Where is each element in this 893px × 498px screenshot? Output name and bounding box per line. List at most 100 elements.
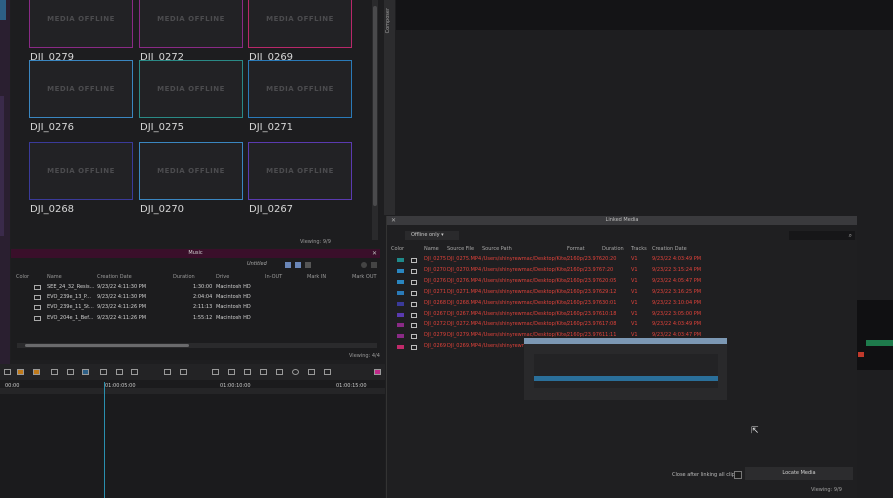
col-name[interactable]: Name — [424, 246, 439, 252]
clip-preview: MEDIA OFFLINE — [29, 0, 133, 48]
filter-dropdown[interactable]: Offline only ▾ — [405, 231, 459, 240]
close-icon[interactable]: ✕ — [372, 249, 377, 258]
row-created: 9/23/22 4:11:30 PM — [97, 294, 147, 300]
trim-mode-icon[interactable] — [17, 369, 24, 375]
video-clip-icon — [411, 258, 417, 263]
media-pool-scrollbar[interactable] — [372, 0, 378, 240]
row-name: DJI_0279 — [424, 332, 447, 339]
col-tracks[interactable]: Tracks — [631, 246, 647, 252]
options-icon[interactable] — [371, 262, 377, 268]
ripple-icon[interactable] — [131, 369, 138, 375]
row-format: 2160p/23.976 — [567, 277, 603, 284]
timeline-panel[interactable]: 00:00 01:00:05:00 01:00:10:00 01:00:15:0… — [0, 380, 385, 498]
table-row[interactable]: DJI_0272 DJI_0272.MP4/Users/shinyrewmac/D… — [387, 321, 857, 331]
edit-mode-icon[interactable] — [4, 369, 11, 375]
row-file: DJI_0267.MP4 — [447, 310, 482, 317]
thumbnail-view-icon[interactable] — [285, 262, 291, 268]
media-offline-label: MEDIA OFFLINE — [157, 85, 225, 93]
col-creation-date[interactable]: Creation Date — [652, 246, 687, 252]
locate-media-button[interactable]: Locate Media — [745, 467, 853, 480]
col-in-out[interactable]: In-OUT — [265, 274, 282, 280]
clip-preview: MEDIA OFFLINE — [139, 142, 243, 200]
place-on-top-icon[interactable] — [116, 369, 123, 375]
clip-color-swatch — [397, 301, 404, 306]
flag-icon[interactable] — [164, 369, 171, 375]
table-row[interactable]: DJI_0276 DJI_0276.MP4/Users/shinyrewmac/D… — [387, 278, 857, 288]
clip-color-swatch — [397, 345, 404, 350]
search-icon[interactable] — [361, 262, 367, 268]
col-creation-date[interactable]: Creation Date — [97, 274, 132, 280]
table-row[interactable]: EVO_239e_13_P... 9/23/22 4:11:30 PM 2:04:0… — [11, 294, 380, 303]
clip-preview: MEDIA OFFLINE — [139, 60, 243, 118]
row-name: EVO_204e_1_Bef... — [47, 315, 94, 321]
clip-name: DJI_0275 — [140, 122, 185, 133]
chevron-down-icon[interactable] — [308, 369, 315, 375]
clip-name: DJI_0276 — [30, 122, 75, 133]
row-created: 9/23/22 3:05:00 PM — [652, 310, 702, 317]
row-name: DJI_0272 — [424, 321, 447, 328]
row-created: 9/23/22 3:16:25 PM — [652, 288, 702, 295]
row-drive: Macintosh HD — [216, 315, 251, 321]
text-icon[interactable] — [244, 369, 251, 375]
search-input[interactable]: ⌕ — [789, 231, 855, 240]
table-row[interactable]: DJI_0271 DJI_0271.MP4/Users/shinyrewmac/D… — [387, 289, 857, 299]
scrollbar-thumb[interactable] — [373, 6, 377, 206]
music-bin-title: Music — [11, 249, 380, 258]
scrollbar-thumb[interactable] — [25, 344, 189, 347]
table-row[interactable]: DJI_0270 DJI_0270.MP4/Users/shinyrewmac/D… — [387, 267, 857, 277]
col-mark-in[interactable]: Mark IN — [307, 274, 326, 280]
clip-color-swatch — [397, 268, 404, 273]
mixer-icon[interactable] — [212, 369, 219, 375]
table-row[interactable]: DJI_0267 DJI_0267.MP4/Users/shinyrewmac/D… — [387, 311, 857, 321]
col-mark-out[interactable]: Mark OUT — [352, 274, 377, 280]
clip-color-swatch — [397, 279, 404, 284]
audio-icon[interactable] — [228, 369, 235, 375]
clip-name: DJI_0267 — [249, 204, 294, 215]
close-icon[interactable]: ✕ — [391, 216, 396, 225]
sort-dropdown[interactable]: Untitled — [247, 261, 267, 267]
col-color[interactable]: Color — [16, 274, 29, 280]
row-file: DJI_0271.MP4 — [447, 288, 482, 295]
col-source-path[interactable]: Source Path — [482, 246, 512, 252]
music-bin-hscrollbar[interactable] — [17, 343, 377, 348]
col-drive[interactable]: Drive — [216, 274, 229, 280]
zoom-icon[interactable] — [276, 369, 283, 375]
row-format: 2160p/23.976 — [567, 310, 603, 317]
row-duration: 2:11:13 — [193, 304, 213, 310]
generator-icon[interactable] — [260, 369, 267, 375]
timeline-ruler[interactable] — [0, 388, 385, 394]
grid-view-icon[interactable] — [295, 262, 301, 268]
table-row[interactable]: SEE_24_32_Resis... 9/23/22 4:11:30 PM 1:30… — [11, 284, 380, 293]
overwrite-icon[interactable] — [82, 369, 89, 375]
table-row[interactable]: DJI_0275 DJI_0275.MP4/Users/shinyrewmac/D… — [387, 256, 857, 266]
row-path: /Users/shinyrewmac/Desktop/Kite/ — [482, 266, 568, 273]
col-source-file[interactable]: Source File — [447, 246, 474, 252]
table-row[interactable]: DJI_0268 DJI_0268.MP4/Users/shinyrewmac/D… — [387, 300, 857, 310]
marker-icon[interactable] — [180, 369, 187, 375]
replace-icon[interactable] — [100, 369, 107, 375]
list-view-icon[interactable] — [305, 262, 311, 268]
row-drive: Macintosh HD — [216, 304, 251, 310]
snap-icon[interactable] — [324, 369, 331, 375]
insert-icon[interactable] — [67, 369, 74, 375]
close-after-linking-checkbox[interactable] — [734, 471, 742, 479]
track-color-icon[interactable] — [374, 369, 381, 375]
clip-color-swatch — [397, 323, 404, 328]
clip-color-swatch — [397, 334, 404, 339]
dynamic-trim-icon[interactable] — [33, 369, 40, 375]
row-created: 9/23/22 4:11:26 PM — [97, 304, 147, 310]
col-duration[interactable]: Duration — [602, 246, 624, 252]
table-row[interactable]: EVO_239e_11_St... 9/23/22 4:11:26 PM 2:11:… — [11, 304, 380, 313]
playhead[interactable] — [104, 382, 105, 498]
table-row[interactable]: EVO_204e_1_Bef... 9/23/22 4:11:26 PM 1:55:… — [11, 315, 380, 324]
composer-tab[interactable]: Composer — [384, 0, 395, 215]
audio-clip-icon — [34, 305, 41, 310]
search-icon: ⌕ — [848, 232, 852, 239]
col-duration[interactable]: Duration — [173, 274, 195, 280]
row-file: DJI_0270.MP4 — [447, 266, 482, 273]
col-name[interactable]: Name — [47, 274, 62, 280]
col-format[interactable]: Format — [567, 246, 585, 252]
blade-icon[interactable] — [51, 369, 58, 375]
no-entry-icon[interactable] — [292, 369, 299, 375]
col-color[interactable]: Color — [391, 246, 404, 252]
